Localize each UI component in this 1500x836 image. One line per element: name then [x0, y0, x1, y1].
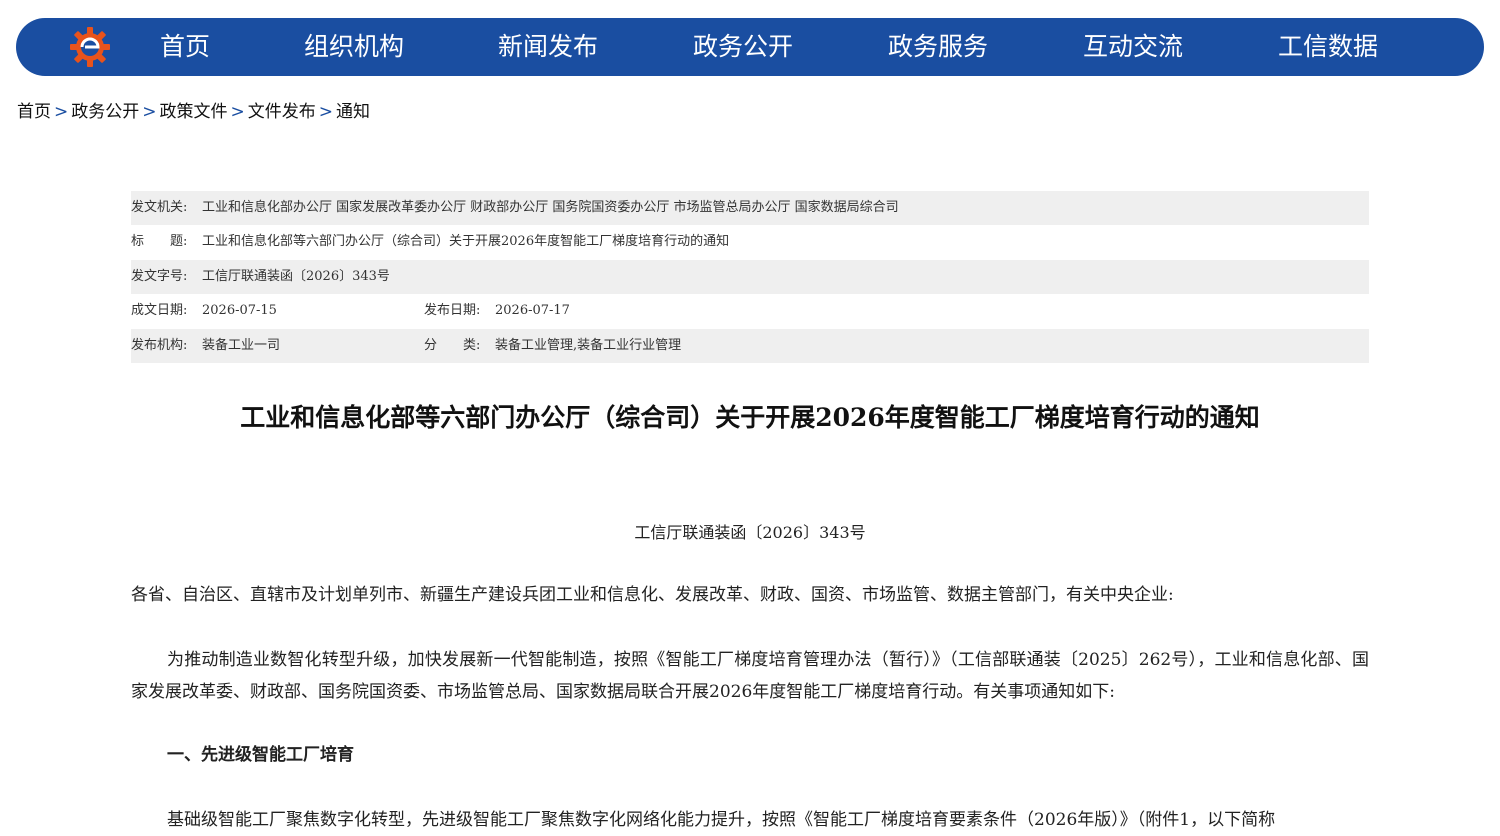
document-paragraph: 基础级智能工厂聚焦数字化转型，先进级智能工厂聚焦数字化网络化能力提升，按照《智能… [167, 810, 1276, 830]
nav-item-data[interactable]: 工信数据 [1278, 18, 1378, 76]
meta-row-dates: 成文日期: 2026-07-15 发布日期: 2026-07-17 [131, 294, 1369, 328]
breadcrumb-policy-documents[interactable]: 政策文件 [160, 102, 228, 122]
title-value: 工业和信息化部等六部门办公厅（综合司）关于开展2026年度智能工厂梯度培育行动的… [202, 234, 730, 250]
nav-item-news[interactable]: 新闻发布 [498, 18, 598, 76]
category-value: 装备工业管理,装备工业行业管理 [495, 337, 682, 353]
meta-row-title: 标 题: 工业和信息化部等六部门办公厅（综合司）关于开展2026年度智能工厂梯度… [131, 225, 1369, 259]
nav-item-organization[interactable]: 组织机构 [304, 18, 404, 76]
document-paragraph: 为推动制造业数智化转型升级，加快发展新一代智能制造，按照《智能工厂梯度培育管理办… [131, 650, 1369, 702]
breadcrumb-separator: > [54, 102, 69, 122]
document-title: 工业和信息化部等六部门办公厅（综合司）关于开展2026年度智能工厂梯度培育行动的… [240, 403, 1260, 432]
breadcrumb-government-affairs[interactable]: 政务公开 [71, 102, 139, 122]
category-label: 分 类: [424, 337, 481, 353]
title-label: 标 题: [131, 234, 188, 250]
written-date-value: 2026-07-15 [202, 303, 277, 319]
section-heading: 一、先进级智能工厂培育 [167, 745, 354, 765]
nav-item-government-affairs[interactable]: 政务公开 [693, 18, 793, 76]
meta-row-issuer: 发文机关: 工业和信息化部办公厅 国家发展改革委办公厅 财政部办公厅 国务院国资… [131, 191, 1369, 226]
meta-row-doc-number: 发文字号: 工信厅联通装函〔2026〕343号 [131, 259, 1369, 295]
document-salutation: 各省、自治区、直辖市及计划单列市、新疆生产建设兵团工业和信息化、发展改革、财政、… [131, 585, 1174, 605]
doc-number-label: 发文字号: [131, 268, 188, 284]
nav-item-home[interactable]: 首页 [160, 18, 210, 76]
ministry-logo-icon[interactable] [70, 27, 110, 67]
breadcrumb-separator: > [142, 102, 157, 122]
document-metadata-table: 发文机关: 工业和信息化部办公厅 国家发展改革委办公厅 财政部办公厅 国务院国资… [131, 191, 1369, 363]
nav-item-government-services[interactable]: 政务服务 [888, 18, 988, 76]
breadcrumb: 首页 > 政务公开 > 政策文件 > 文件发布 > 通知 [17, 97, 370, 122]
issuer-value: 工业和信息化部办公厅 国家发展改革委办公厅 财政部办公厅 国务院国资委办公厅 市… [202, 200, 899, 215]
issuer-label: 发文机关: [131, 200, 188, 215]
publisher-value: 装备工业一司 [202, 337, 281, 353]
written-date-label: 成文日期: [131, 303, 188, 319]
nav-item-interaction[interactable]: 互动交流 [1083, 18, 1183, 76]
meta-row-publisher: 发布机构: 装备工业一司 分 类: 装备工业管理,装备工业行业管理 [131, 328, 1369, 363]
top-navigation-bar: 首页 组织机构 新闻发布 政务公开 政务服务 互动交流 工信数据 [16, 18, 1484, 76]
breadcrumb-separator: > [230, 102, 245, 122]
breadcrumb-home[interactable]: 首页 [17, 102, 51, 122]
breadcrumb-document-release[interactable]: 文件发布 [248, 102, 316, 122]
breadcrumb-separator: > [318, 102, 333, 122]
publish-date-value: 2026-07-17 [495, 303, 570, 319]
publish-date-label: 发布日期: [424, 303, 481, 319]
doc-number-value: 工信厅联通装函〔2026〕343号 [202, 268, 390, 284]
breadcrumb-notice[interactable]: 通知 [336, 102, 370, 122]
publisher-label: 发布机构: [131, 337, 188, 353]
document-number: 工信厅联通装函〔2026〕343号 [634, 523, 866, 542]
